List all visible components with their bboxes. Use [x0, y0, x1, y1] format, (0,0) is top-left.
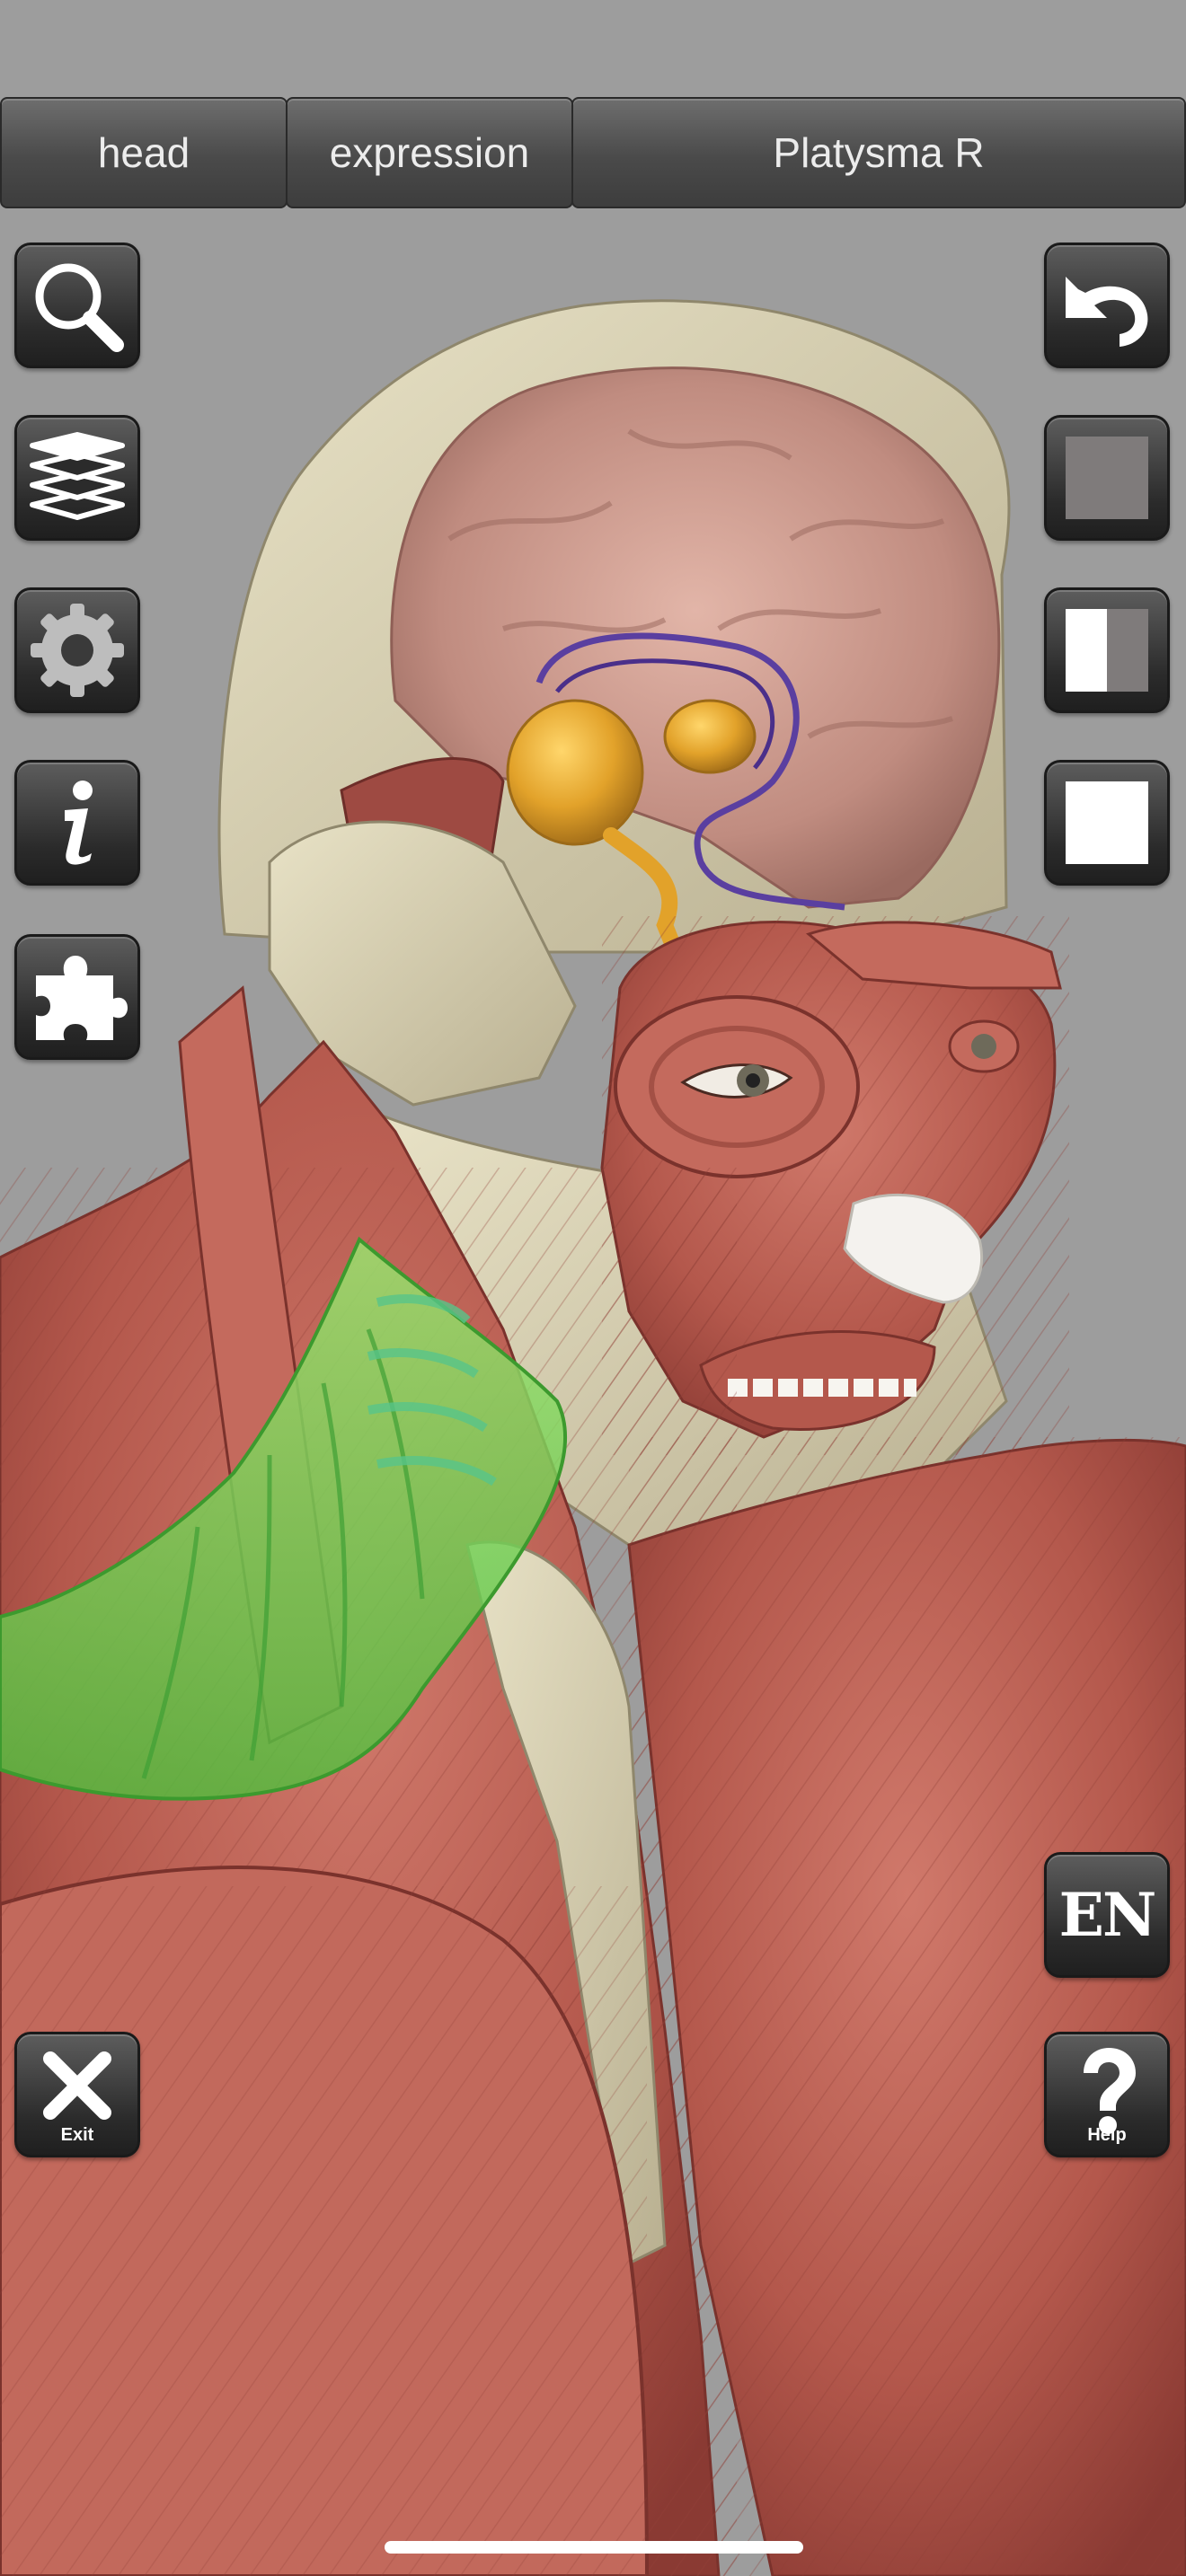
- undo-icon: [1066, 277, 1148, 347]
- info-button[interactable]: [14, 760, 140, 886]
- breadcrumb: head expression Platysma R: [0, 97, 1186, 212]
- breadcrumb-label: expression: [329, 129, 530, 176]
- opacity-gray-button[interactable]: [1044, 415, 1170, 541]
- language-label: EN: [1058, 1880, 1157, 1950]
- settings-button[interactable]: [14, 587, 140, 713]
- opacity-white-icon: [1066, 781, 1148, 864]
- help-button[interactable]: Help: [1044, 2032, 1170, 2157]
- exit-button[interactable]: Exit: [14, 2032, 140, 2157]
- breadcrumb-item-selected-structure[interactable]: Platysma R: [571, 97, 1186, 208]
- breadcrumb-label: head: [97, 129, 190, 176]
- anatomy-viewport[interactable]: head expression Platysma R Exit EN Help: [0, 0, 1186, 2576]
- info-icon: [65, 781, 93, 865]
- opacity-half-button[interactable]: [1044, 587, 1170, 713]
- breadcrumb-label: Platysma R: [773, 129, 985, 176]
- undo-button[interactable]: [1044, 243, 1170, 368]
- opacity-white-button[interactable]: [1044, 760, 1170, 886]
- breadcrumb-item-expression[interactable]: expression: [286, 97, 573, 208]
- gear-icon: [31, 604, 124, 697]
- puzzle-button[interactable]: [14, 934, 140, 1060]
- puzzle-icon: [36, 956, 128, 1040]
- search-icon: [35, 263, 124, 352]
- anatomy-3d-model[interactable]: [0, 0, 1186, 2576]
- search-button[interactable]: [14, 243, 140, 368]
- layers-button[interactable]: [14, 415, 140, 541]
- exit-label: Exit: [60, 2125, 94, 2145]
- layers-icon: [30, 432, 125, 520]
- opacity-gray-icon: [1066, 437, 1148, 519]
- language-button[interactable]: EN: [1044, 1852, 1170, 1978]
- breadcrumb-item-head[interactable]: head: [0, 97, 288, 208]
- opacity-half-icon: [1066, 609, 1148, 692]
- help-label: Help: [1087, 2125, 1127, 2145]
- home-indicator[interactable]: [385, 2541, 803, 2554]
